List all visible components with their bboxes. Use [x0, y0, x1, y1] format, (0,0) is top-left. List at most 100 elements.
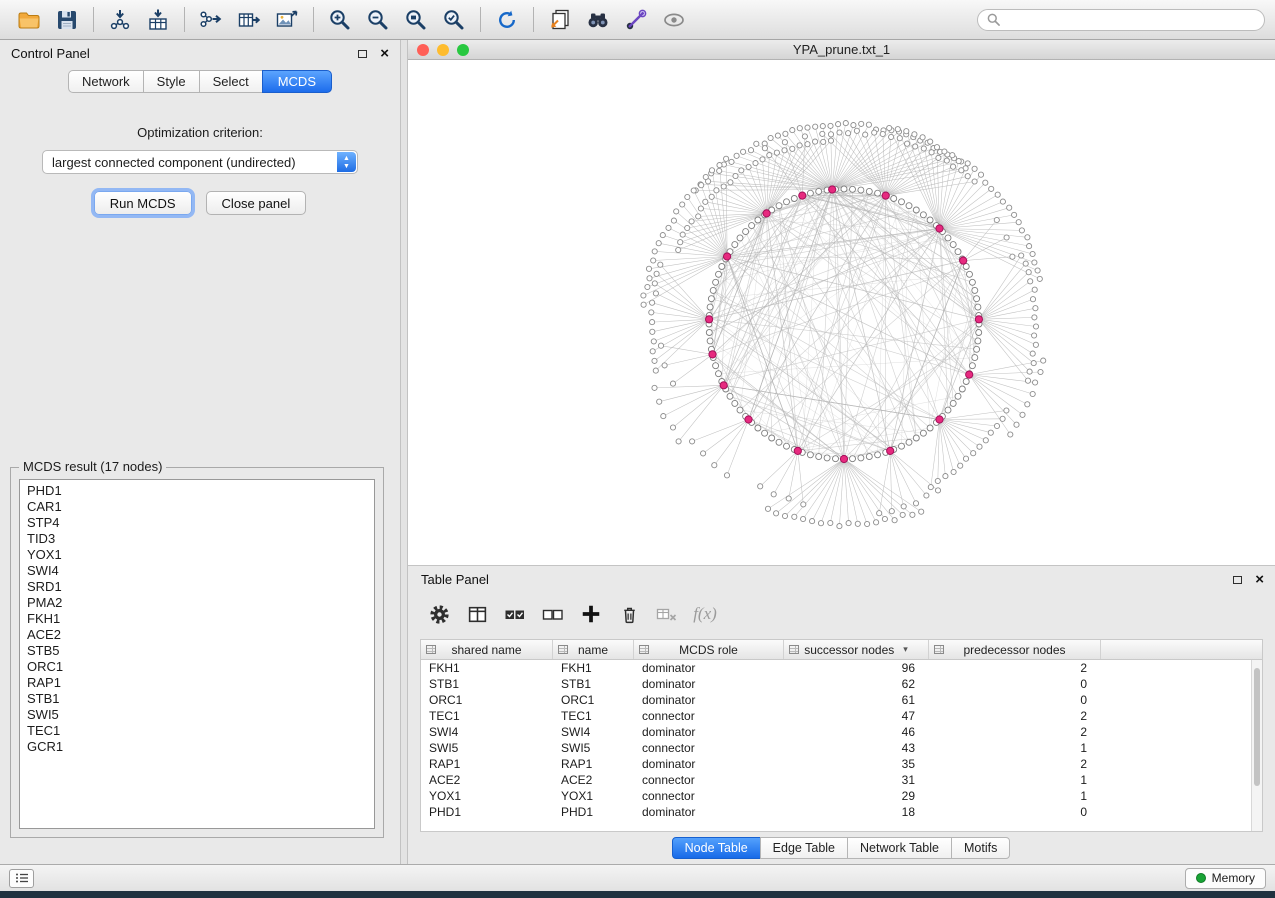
cell-predecessor-nodes[interactable]: 0 — [929, 692, 1101, 708]
network-node[interactable] — [1019, 253, 1024, 258]
network-node[interactable] — [758, 484, 763, 489]
cell-name[interactable]: PHD1 — [553, 804, 634, 820]
network-hub-node[interactable] — [763, 210, 770, 217]
network-node[interactable] — [971, 451, 976, 456]
network-edge[interactable] — [798, 341, 978, 451]
duplicate-network-button[interactable] — [541, 5, 579, 35]
network-node[interactable] — [975, 304, 981, 310]
network-node[interactable] — [950, 153, 955, 158]
network-edge[interactable] — [767, 213, 978, 341]
mcds-result-item[interactable]: SWI5 — [20, 707, 374, 723]
network-node[interactable] — [790, 146, 795, 151]
table-row[interactable]: ORC1ORC1dominator610 — [421, 692, 1262, 708]
cell-mcds-role[interactable]: dominator — [634, 692, 784, 708]
network-node[interactable] — [936, 155, 941, 160]
add-column-button[interactable] — [576, 600, 606, 628]
network-node[interactable] — [678, 240, 683, 245]
network-node[interactable] — [863, 132, 868, 137]
network-node[interactable] — [983, 180, 988, 185]
network-node[interactable] — [906, 439, 912, 445]
network-node[interactable] — [685, 194, 690, 199]
network-node[interactable] — [906, 203, 912, 209]
memory-button[interactable]: Memory — [1185, 868, 1266, 889]
network-node[interactable] — [691, 188, 696, 193]
network-node[interactable] — [717, 168, 722, 173]
network-node[interactable] — [978, 172, 983, 177]
network-node[interactable] — [732, 242, 738, 248]
network-edge[interactable] — [865, 135, 886, 196]
network-edge[interactable] — [812, 459, 844, 521]
search-box[interactable] — [977, 9, 1265, 31]
mcds-result-item[interactable]: STB1 — [20, 691, 374, 707]
network-edge[interactable] — [655, 251, 727, 256]
sort-indicator-icon[interactable]: ▾ — [903, 644, 908, 655]
network-node[interactable] — [733, 173, 738, 178]
network-node[interactable] — [974, 346, 980, 352]
find-button[interactable] — [579, 5, 617, 35]
network-node[interactable] — [689, 219, 694, 224]
network-node[interactable] — [707, 338, 713, 344]
network-node[interactable] — [889, 509, 894, 514]
network-edge[interactable] — [898, 129, 940, 228]
network-node[interactable] — [703, 199, 708, 204]
cell-predecessor-nodes[interactable]: 0 — [929, 804, 1101, 820]
network-node[interactable] — [650, 320, 655, 325]
network-node[interactable] — [660, 233, 665, 238]
cell-mcds-role[interactable]: dominator — [634, 804, 784, 820]
cell-shared-name[interactable]: ACE2 — [421, 772, 553, 788]
network-node[interactable] — [716, 371, 722, 377]
network-node[interactable] — [920, 430, 926, 436]
network-node[interactable] — [951, 164, 956, 169]
network-hub-node[interactable] — [706, 316, 713, 323]
network-node[interactable] — [649, 310, 654, 315]
network-node[interactable] — [1023, 261, 1028, 266]
network-node[interactable] — [900, 512, 905, 517]
table-row[interactable]: TEC1TEC1connector472 — [421, 708, 1262, 724]
network-node[interactable] — [943, 474, 948, 479]
network-node[interactable] — [1032, 315, 1037, 320]
cell-predecessor-nodes[interactable]: 0 — [929, 676, 1101, 692]
mcds-result-item[interactable]: SWI4 — [20, 563, 374, 579]
network-edge[interactable] — [979, 319, 1030, 371]
network-node[interactable] — [956, 159, 961, 164]
mcds-result-item[interactable]: YOX1 — [20, 547, 374, 563]
network-node[interactable] — [891, 196, 897, 202]
network-node[interactable] — [746, 164, 751, 169]
network-node[interactable] — [988, 430, 993, 435]
cell-predecessor-nodes[interactable]: 2 — [929, 708, 1101, 724]
network-node[interactable] — [854, 128, 859, 133]
network-edge[interactable] — [940, 420, 946, 477]
network-node[interactable] — [920, 135, 925, 140]
network-node[interactable] — [706, 330, 712, 336]
network-edge[interactable] — [940, 420, 998, 427]
cell-successor-nodes[interactable]: 35 — [784, 756, 929, 772]
network-node[interactable] — [994, 217, 999, 222]
task-history-button[interactable] — [9, 869, 34, 888]
network-edge[interactable] — [712, 170, 727, 256]
cell-predecessor-nodes[interactable]: 1 — [929, 788, 1101, 804]
mcds-result-item[interactable]: TID3 — [20, 531, 374, 547]
network-node[interactable] — [1026, 270, 1031, 275]
network-edge[interactable] — [726, 159, 727, 257]
network-node[interactable] — [905, 141, 910, 146]
network-node[interactable] — [701, 451, 706, 456]
network-node[interactable] — [1030, 297, 1035, 302]
network-node[interactable] — [887, 125, 892, 130]
network-edge[interactable] — [655, 385, 724, 388]
network-node[interactable] — [654, 271, 659, 276]
network-node[interactable] — [767, 153, 772, 158]
cell-mcds-role[interactable]: dominator — [634, 676, 784, 692]
table-row[interactable]: PHD1PHD1dominator180 — [421, 804, 1262, 820]
save-session-button[interactable] — [48, 5, 86, 35]
network-node[interactable] — [696, 214, 701, 219]
network-node[interactable] — [866, 454, 872, 460]
cell-name[interactable]: RAP1 — [553, 756, 634, 772]
network-node[interactable] — [977, 444, 982, 449]
network-hub-node[interactable] — [936, 225, 943, 232]
zoom-out-button[interactable] — [359, 5, 397, 35]
network-node[interactable] — [748, 148, 753, 153]
network-edge[interactable] — [940, 419, 1003, 420]
network-node[interactable] — [904, 129, 909, 134]
table-row[interactable]: YOX1YOX1connector291 — [421, 788, 1262, 804]
network-edge[interactable] — [963, 257, 1012, 261]
